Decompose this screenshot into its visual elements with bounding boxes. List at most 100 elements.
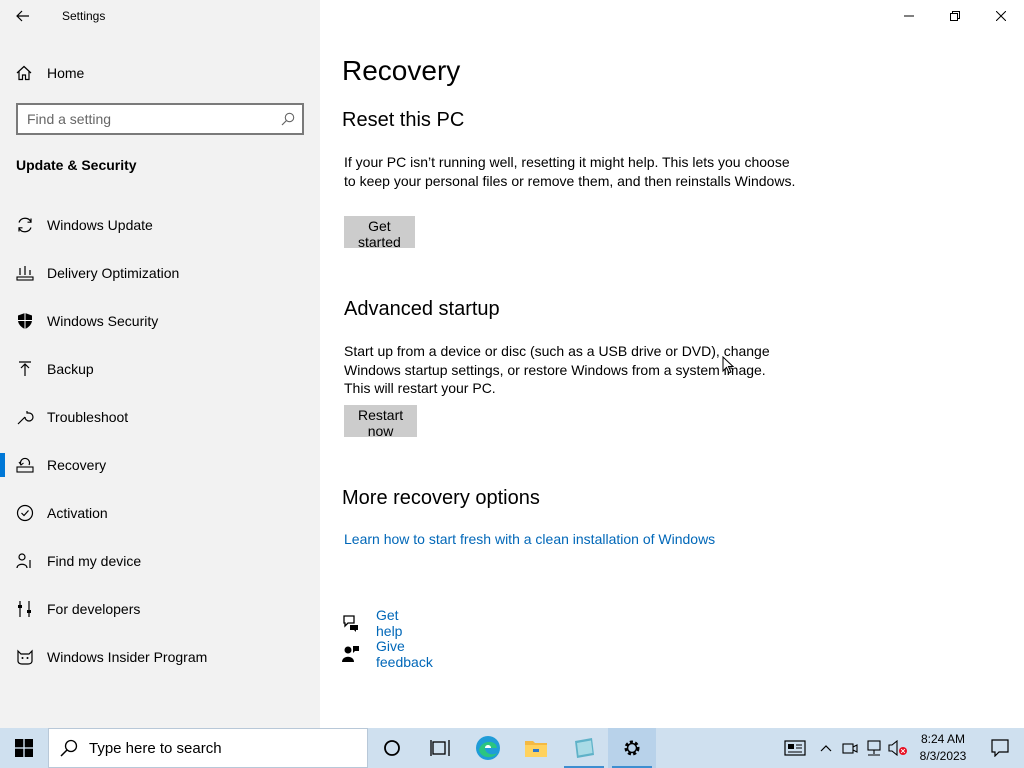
get-started-button[interactable]: Get started [344,216,415,250]
minimize-button[interactable] [886,0,932,32]
sidebar-item-label: For developers [47,601,141,617]
backup-arrow-icon [16,360,34,378]
get-help-row[interactable]: Get help [342,607,402,639]
get-help-icon [342,614,360,632]
sidebar-item-windows-security[interactable]: Windows Security [0,297,320,345]
sidebar-item-label: Windows Security [47,313,159,329]
reset-heading: Reset this PC [342,109,465,131]
cortana-circle-icon [384,740,400,756]
restart-now-button[interactable]: Restart now [344,405,418,439]
sidebar-item-label: Delivery Optimization [47,265,180,281]
sidebar-item-windows-update[interactable]: Windows Update [0,201,320,249]
title-bar: Settings [0,0,320,32]
advanced-startup-description: Start up from a device or disc (such as … [344,343,770,396]
home-label: Home [47,65,85,81]
sidebar-item-label: Activation [47,505,108,521]
sidebar-item-recovery[interactable]: Recovery [0,441,320,489]
search-icon[interactable] [274,112,302,126]
action-center-button[interactable] [976,728,1024,768]
wrench-icon [16,408,34,426]
sidebar-item-label: Recovery [47,457,107,473]
app-title: Settings [62,9,106,23]
give-feedback-row[interactable]: Give feedback [342,638,433,670]
start-button[interactable] [0,728,48,768]
get-help-link[interactable]: Get help [376,607,402,639]
developer-tools-icon [16,600,34,618]
delivery-optimization-icon [16,264,34,282]
settings-search-box[interactable] [16,103,304,135]
page-title: Recovery [342,55,461,86]
task-view-icon [430,740,450,756]
file-explorer-folder-icon [525,741,547,757]
camera-icon [842,743,858,754]
sidebar-item-label: Backup [47,361,94,377]
edge-browser-icon [476,736,500,760]
app-window-icon [575,738,594,758]
taskbar-edge-button[interactable] [464,728,512,768]
shield-icon [16,312,34,330]
clock-date: 8/3/2023 [919,749,967,763]
sidebar-item-label: Find my device [47,553,142,569]
sidebar-item-windows-insider-program[interactable]: Windows Insider Program [0,633,320,681]
close-icon [996,11,1006,21]
reset-description: If your PC isn’t running well, resetting… [344,154,796,189]
taskbar-file-explorer-button[interactable] [512,728,560,768]
system-tray: 8:24 AM 8/3/2023 [776,728,1024,768]
clock-time: 8:24 AM [920,732,966,746]
taskbar-search-icon [49,739,89,757]
section-title: Update & Security [16,157,137,173]
window-controls [886,0,1024,32]
taskbar-app-button[interactable] [560,728,608,768]
sidebar-item-activation[interactable]: Activation [0,489,320,537]
notification-icon [991,739,1009,757]
taskbar-settings-button[interactable] [608,728,656,768]
network-button[interactable] [862,728,886,768]
meet-now-button[interactable] [838,728,862,768]
sidebar: Settings Home Update & Security Windows … [0,0,320,728]
news-widget-button[interactable] [776,728,814,768]
clean-install-link[interactable]: Learn how to start fresh with a clean in… [344,531,715,547]
cortana-button[interactable] [368,728,416,768]
home-nav-item[interactable]: Home [0,57,320,89]
network-icon [867,740,881,756]
news-icon [784,740,806,756]
feedback-person-icon [342,645,360,663]
home-icon [16,65,32,81]
volume-muted-icon [888,740,907,756]
back-arrow-icon [16,10,29,22]
settings-search-input[interactable] [18,111,274,127]
clock[interactable]: 8:24 AM 8/3/2023 [910,728,976,768]
sidebar-nav: Windows Update Delivery Optimization Win… [0,201,320,681]
taskbar-search-placeholder: Type here to search [89,739,222,757]
sidebar-item-for-developers[interactable]: For developers [0,585,320,633]
sidebar-item-find-my-device[interactable]: Find my device [0,537,320,585]
taskbar-search-box[interactable]: Type here to search [48,728,368,768]
give-feedback-link[interactable]: Give feedback [376,638,433,670]
sidebar-item-label: Windows Update [47,217,153,233]
sidebar-item-delivery-optimization[interactable]: Delivery Optimization [0,249,320,297]
sidebar-item-label: Troubleshoot [47,409,129,425]
sidebar-item-troubleshoot[interactable]: Troubleshoot [0,393,320,441]
windows-logo-icon [15,739,33,757]
advanced-startup-heading: Advanced startup [344,298,500,320]
task-view-button[interactable] [416,728,464,768]
restore-icon [950,11,960,21]
person-pin-icon [16,552,34,570]
volume-button[interactable] [886,728,910,768]
gear-icon [624,740,640,756]
insider-cat-icon [16,648,34,666]
sidebar-item-backup[interactable]: Backup [0,345,320,393]
minimize-icon [904,15,914,17]
sync-icon [16,216,34,234]
chevron-up-icon [820,745,832,752]
close-button[interactable] [978,0,1024,32]
more-recovery-heading: More recovery options [342,487,540,509]
taskbar: Type here to search 8:24 AM 8/3/2023 [0,728,1024,768]
sidebar-item-label: Windows Insider Program [47,649,208,665]
back-button[interactable] [0,0,46,32]
restore-button[interactable] [932,0,978,32]
recovery-icon [16,456,34,474]
check-circle-icon [16,504,34,522]
show-hidden-icons-button[interactable] [814,728,838,768]
mouse-cursor [722,356,734,374]
